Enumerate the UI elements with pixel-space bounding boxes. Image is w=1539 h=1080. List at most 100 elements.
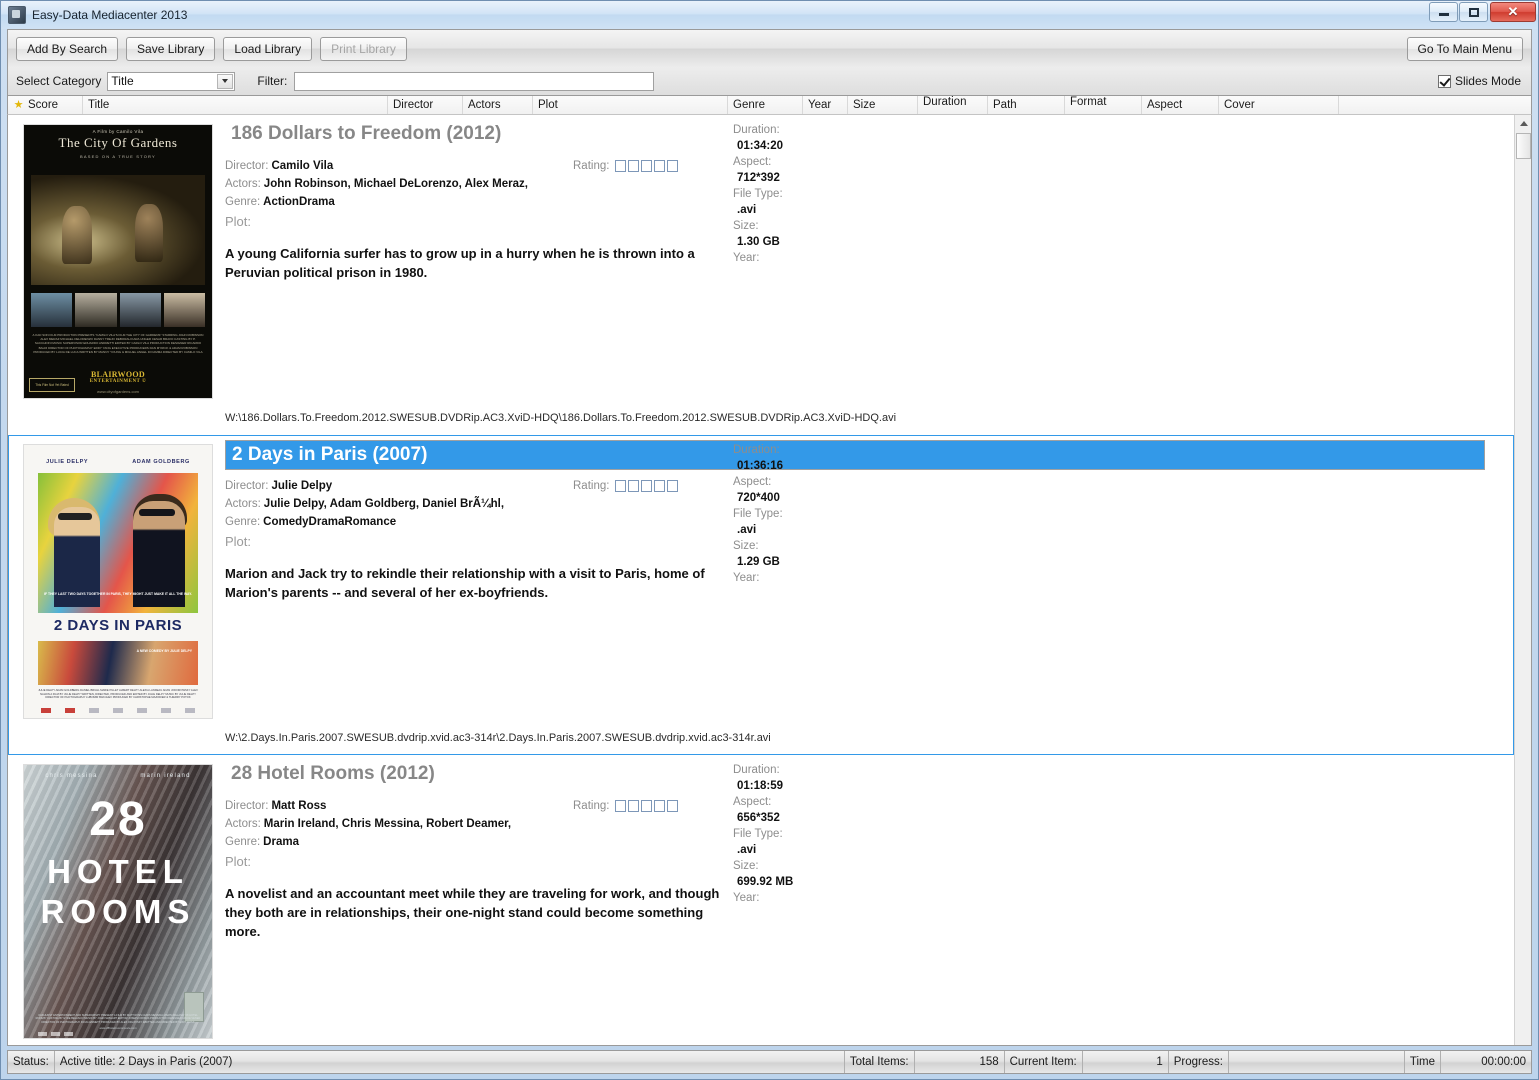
filter-label: Filter: [257, 74, 288, 88]
poster-url: www.28hotelroomsmovie.com [99, 1026, 137, 1030]
close-button[interactable]: ✕ [1490, 2, 1536, 22]
director-label: Director: [225, 160, 269, 172]
column-header-year[interactable]: Year [803, 96, 848, 114]
minimize-button[interactable] [1429, 2, 1458, 22]
column-header-format[interactable]: Format [1065, 96, 1142, 114]
director-label: Director: [225, 800, 269, 812]
vertical-scrollbar[interactable] [1514, 115, 1531, 1045]
file-type-value: .avi [737, 204, 757, 216]
aspect-label: Aspect: [733, 476, 772, 488]
column-header-plot[interactable]: Plot [533, 96, 728, 114]
column-header-row: ★ Score Title Director Actors Plot Genre Year Si… [7, 95, 1532, 115]
scrollbar-thumb[interactable] [1516, 133, 1531, 159]
poster-cast-names: JULIE DELPY ADAM GOLDBERG [24, 459, 212, 465]
total-items-label: Total Items: [845, 1051, 915, 1073]
category-select-value: Title [111, 74, 134, 88]
poster-credits-block: OAKHURST ENTERTAINMENT AND SUPERCRISPY P… [35, 1013, 201, 1024]
application-window: Easy-Data Mediacenter 2013 ✕ Add By Sear… [0, 0, 1539, 1080]
column-header-director[interactable]: Director [388, 96, 463, 114]
genre-label: Genre: [225, 516, 261, 528]
column-header-aspect[interactable]: Aspect [1142, 96, 1219, 114]
poster-title-block: A Film by Camilo Vila The City Of Garden… [24, 129, 212, 159]
genre-line: Genre: ComedyDramaRomance [225, 516, 715, 528]
file-type-label: File Type: [733, 188, 783, 200]
rating-control[interactable]: Rating: [573, 160, 679, 172]
technical-details: Duration: 01:34:20 Aspect: 712*392 File … [733, 122, 933, 266]
plot-text: Marion and Jack try to rekindle their re… [225, 566, 705, 600]
column-header-score[interactable]: ★ Score [8, 96, 83, 114]
maximize-icon [1468, 7, 1479, 17]
poster-credit: A Film by Camilo Vila [92, 129, 144, 134]
genre-label: Genre: [225, 196, 261, 208]
filter-bar: Select Category Title Filter: Slides Mod… [7, 67, 1532, 95]
load-library-button[interactable]: Load Library [223, 36, 313, 61]
time-label: Time [1405, 1051, 1441, 1073]
filter-input[interactable] [294, 71, 655, 91]
technical-details: Duration: 01:36:16 Aspect: 720*400 File … [733, 442, 933, 586]
aspect-value: 712*392 [737, 172, 780, 184]
movie-poster[interactable]: JULIE DELPY ADAM GOLDBERG IF THEY LAST T… [23, 444, 213, 719]
column-header-duration[interactable]: Duration [918, 96, 988, 114]
actors-value: Marin Ireland, Chris Messina, Robert Dea… [263, 818, 512, 830]
movie-rows: A Film by Camilo Vila The City Of Garden… [8, 115, 1514, 1045]
save-library-button[interactable]: Save Library [126, 36, 216, 61]
progress-bar [1229, 1051, 1405, 1073]
status-bar: Status: Active title: 2 Days in Paris (2… [7, 1050, 1532, 1074]
aspect-label: Aspect: [733, 796, 772, 808]
add-by-search-button[interactable]: Add By Search [16, 36, 119, 61]
movie-entry: 2 Days in Paris (2007) Director: Julie De… [213, 436, 1513, 754]
director-value: Camilo Vila [271, 160, 334, 172]
column-header-label: Title [88, 99, 110, 111]
rating-label: Rating: [573, 160, 610, 172]
column-header-label: Format [1070, 96, 1107, 108]
rating-boxes[interactable] [615, 800, 679, 812]
rating-boxes[interactable] [615, 480, 679, 492]
size-value: 1.30 GB [737, 236, 780, 248]
genre-value: Drama [263, 836, 299, 848]
slides-mode-toggle[interactable]: Slides Mode [1437, 74, 1521, 88]
genre-line: Genre: ActionDrama [225, 196, 715, 208]
movie-row[interactable]: JULIE DELPY ADAM GOLDBERG IF THEY LAST T… [8, 435, 1514, 755]
aspect-value: 656*352 [737, 812, 780, 824]
column-header-actors[interactable]: Actors [463, 96, 533, 114]
movie-entry: 186 Dollars to Freedom (2012) Director: C… [213, 116, 1513, 434]
actors-label: Actors: [225, 498, 261, 510]
column-header-label: Cover [1224, 99, 1255, 111]
technical-details: Duration: 01:18:59 Aspect: 656*352 File … [733, 762, 933, 906]
movie-row[interactable]: A Film by Camilo Vila The City Of Garden… [8, 115, 1514, 435]
movie-title[interactable]: 186 Dollars to Freedom (2012) [225, 120, 507, 148]
movie-poster[interactable]: chris messina marin ireland 28 HOTEL ROO… [23, 764, 213, 1039]
select-category-label: Select Category [16, 74, 102, 88]
column-header-genre[interactable]: Genre [728, 96, 803, 114]
movie-row[interactable]: chris messina marin ireland 28 HOTEL ROO… [8, 755, 1514, 1045]
column-header-cover[interactable]: Cover [1219, 96, 1339, 114]
rating-boxes[interactable] [615, 160, 679, 172]
actors-value: John Robinson, Michael DeLorenzo, Alex M… [263, 178, 528, 190]
column-header-label: Size [853, 99, 876, 111]
column-header-size[interactable]: Size [848, 96, 918, 114]
time-value: 00:00:00 [1481, 1056, 1526, 1068]
total-items-value: 158 [915, 1051, 1005, 1073]
plot-text: A novelist and an accountant meet while … [225, 886, 720, 939]
slides-mode-checkbox[interactable] [1437, 74, 1451, 88]
poster-credits-block: JULIE DELPY ADAM GOLDBERG DANIEL BRUHL M… [38, 689, 198, 700]
poster-figure-left [62, 205, 93, 264]
rating-control[interactable]: Rating: [573, 480, 679, 492]
column-header-path[interactable]: Path [988, 96, 1065, 114]
poster-title-line-2: HOTEL [47, 853, 189, 890]
scroll-up-icon[interactable] [1515, 115, 1531, 132]
actors-line: Actors: Julie Delpy, Adam Goldberg, Danie… [225, 498, 715, 510]
rating-control[interactable]: Rating: [573, 800, 679, 812]
movie-title[interactable]: 28 Hotel Rooms (2012) [225, 760, 441, 788]
column-header-title[interactable]: Title [83, 96, 388, 114]
category-select[interactable]: Title [107, 71, 236, 91]
maximize-button[interactable] [1459, 2, 1488, 22]
go-to-main-menu-button[interactable]: Go To Main Menu [1406, 36, 1523, 61]
movie-poster[interactable]: A Film by Camilo Vila The City Of Garden… [23, 124, 213, 399]
size-value: 1.29 GB [737, 556, 780, 568]
main-toolbar: Add By Search Save Library Load Library … [7, 29, 1532, 67]
chevron-down-icon[interactable] [217, 73, 234, 89]
size-value: 699.92 MB [737, 876, 794, 888]
column-header-label: Plot [538, 99, 558, 111]
duration-label: Duration: [733, 124, 780, 136]
